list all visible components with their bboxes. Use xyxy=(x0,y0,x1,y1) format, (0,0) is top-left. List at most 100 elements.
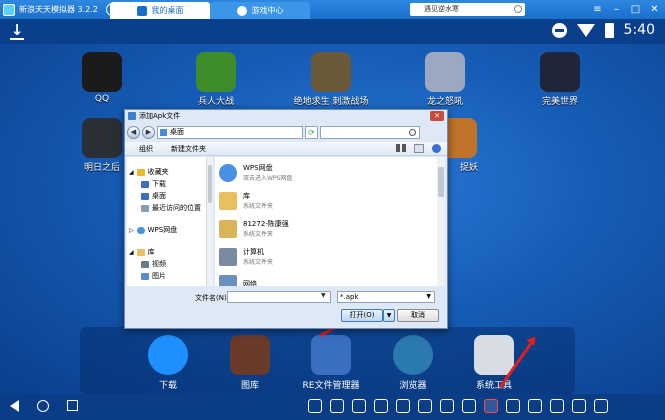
battery-icon xyxy=(604,22,614,38)
dock-app-re-file-manager[interactable]: RE文件管理器 xyxy=(291,335,371,391)
tab-game-center[interactable]: 游戏中心 xyxy=(210,2,310,19)
keyboard-icon[interactable] xyxy=(396,399,410,413)
open-button[interactable]: 打开(O) xyxy=(341,309,383,322)
minimize-icon[interactable]: – xyxy=(610,2,623,16)
file-name: 计算机 xyxy=(243,248,264,256)
tab-my-desktop[interactable]: 我的桌面 xyxy=(110,2,210,19)
dialog-search-input[interactable] xyxy=(320,125,420,139)
scroll-thumb[interactable] xyxy=(438,167,444,197)
recent-apps-icon[interactable] xyxy=(67,400,78,411)
nav-item-recent-places[interactable]: 最近访问的位置 xyxy=(141,203,201,213)
menu-icon[interactable]: ≡ xyxy=(591,2,604,16)
open-dropdown-button[interactable]: ▼ xyxy=(383,309,395,322)
tab-label: 我的桌面 xyxy=(151,6,184,15)
file-item-libraries[interactable]: 库系统文件夹 xyxy=(219,191,273,210)
share-icon[interactable] xyxy=(352,399,366,413)
touch-icon[interactable] xyxy=(440,399,454,413)
search-icon[interactable] xyxy=(514,5,522,13)
fullscreen-icon[interactable] xyxy=(418,399,432,413)
nav-scrollbar[interactable] xyxy=(207,157,213,286)
app-label: QQ xyxy=(94,94,110,104)
desktop-folder-icon xyxy=(160,128,167,136)
screenshot-icon[interactable] xyxy=(462,399,476,413)
navigation-pane: ◢ 收藏夹 下载 桌面 最近访问的位置 ▷ WPS网盘 ◢ 库 视频 图片 xyxy=(127,157,207,286)
organize-button[interactable]: 组织 xyxy=(139,144,153,154)
nav-item-videos[interactable]: 视频 xyxy=(141,259,166,269)
address-bar[interactable]: 桌面 xyxy=(157,125,303,139)
help-icon[interactable] xyxy=(432,144,441,153)
nav-label: 桌面 xyxy=(152,192,166,200)
dragon-roar-icon xyxy=(425,52,465,92)
back-button[interactable]: ◀ xyxy=(127,125,140,139)
nav-item-wps-cloud[interactable]: ▷ WPS网盘 xyxy=(129,225,177,235)
file-list: WPS网盘 双击进入WPS网盘 库系统文件夹 81272-陈康强 系统文件夹 计算机… xyxy=(215,157,437,286)
filetype-value: *.apk xyxy=(340,293,359,301)
settings-icon[interactable] xyxy=(594,399,608,413)
lifeafter-icon xyxy=(82,118,122,158)
nav-item-desktop[interactable]: 桌面 xyxy=(141,191,166,201)
dock-app-browser[interactable]: 浏览器 xyxy=(373,335,453,391)
clean-icon[interactable] xyxy=(374,399,388,413)
nav-item-favorites[interactable]: ◢ 收藏夹 xyxy=(129,167,169,177)
star-icon xyxy=(136,168,145,176)
app-soldier-war[interactable]: 兵人大战 xyxy=(176,52,256,107)
app-qq[interactable]: QQ xyxy=(62,52,142,104)
forward-button[interactable]: ▶ xyxy=(142,125,155,139)
refresh-button[interactable]: ⟳ xyxy=(305,125,318,139)
dock-app-gallery[interactable]: 图库 xyxy=(210,335,290,391)
volume-up-icon[interactable] xyxy=(330,399,344,413)
filename-dropdown-icon[interactable]: ▼ xyxy=(321,292,326,299)
scroll-thumb[interactable] xyxy=(208,165,212,203)
app-label: 捉妖 xyxy=(459,163,478,173)
download-notification-icon[interactable]: ↓ xyxy=(10,22,24,40)
close-icon[interactable]: ✕ xyxy=(648,2,661,16)
preview-pane-icon[interactable] xyxy=(414,144,424,153)
address-text: 桌面 xyxy=(170,127,184,136)
emulator-toolbar xyxy=(308,399,608,413)
rotate-icon[interactable] xyxy=(550,399,564,413)
recent-places-icon xyxy=(141,204,149,212)
app-label: 浏览器 xyxy=(399,381,427,391)
maximize-icon[interactable]: □ xyxy=(629,2,642,16)
file-scrollbar[interactable] xyxy=(437,157,445,286)
dialog-toolbar: 组织 新建文件夹 xyxy=(125,142,447,156)
file-item-wps-cloud[interactable]: WPS网盘 双击进入WPS网盘 xyxy=(219,163,292,182)
search-text: 遇见逆水寒 xyxy=(424,5,459,13)
app-logo-icon xyxy=(3,3,15,16)
dialog-app-icon xyxy=(128,112,136,120)
downloads-icon xyxy=(141,180,149,188)
multi-window-icon[interactable] xyxy=(572,399,586,413)
nav-label: 收藏夹 xyxy=(147,168,169,176)
file-item-computer[interactable]: 计算机 系统文件夹 xyxy=(219,247,273,266)
nav-item-downloads[interactable]: 下载 xyxy=(141,179,166,189)
library-icon xyxy=(136,248,145,256)
chevron-down-icon: ▼ xyxy=(426,293,431,300)
app-perfect-world[interactable]: 完美世界 xyxy=(520,52,600,107)
cancel-button[interactable]: 取消 xyxy=(397,309,439,322)
dnd-icon xyxy=(551,22,567,38)
new-folder-button[interactable]: 新建文件夹 xyxy=(171,144,206,154)
folder-icon xyxy=(311,335,351,375)
app-dragon-roar[interactable]: 龙之怒吼 xyxy=(405,52,485,107)
dock-app-download[interactable]: 下载 xyxy=(128,335,208,391)
nav-item-pictures[interactable]: 图片 xyxy=(141,271,166,281)
install-apk-icon[interactable] xyxy=(484,399,498,413)
home-icon[interactable] xyxy=(37,400,49,412)
location-icon[interactable] xyxy=(506,399,520,413)
dialog-title: 添加Apk文件 xyxy=(139,112,181,120)
record-icon[interactable] xyxy=(528,399,542,413)
file-item-network[interactable]: 网络 xyxy=(219,275,257,286)
titlebar-search-input[interactable]: 遇见逆水寒 xyxy=(410,3,525,16)
computer-icon xyxy=(219,247,237,266)
view-options-icon[interactable] xyxy=(396,144,406,152)
dialog-close-button[interactable]: ✕ xyxy=(430,111,444,121)
back-icon[interactable] xyxy=(10,400,19,412)
volume-down-icon[interactable] xyxy=(308,399,322,413)
user-folder-icon xyxy=(219,219,237,238)
dock-app-system-tools[interactable]: 系统工具 xyxy=(454,335,534,391)
file-item-user-folder[interactable]: 81272-陈康强 系统文件夹 xyxy=(219,219,289,238)
nav-item-libraries[interactable]: ◢ 库 xyxy=(129,247,155,257)
filetype-select[interactable]: *.apk ▼ xyxy=(337,291,435,303)
filename-input[interactable] xyxy=(227,291,331,303)
app-pubg[interactable]: 绝地求生 刺激战场 xyxy=(291,52,371,107)
